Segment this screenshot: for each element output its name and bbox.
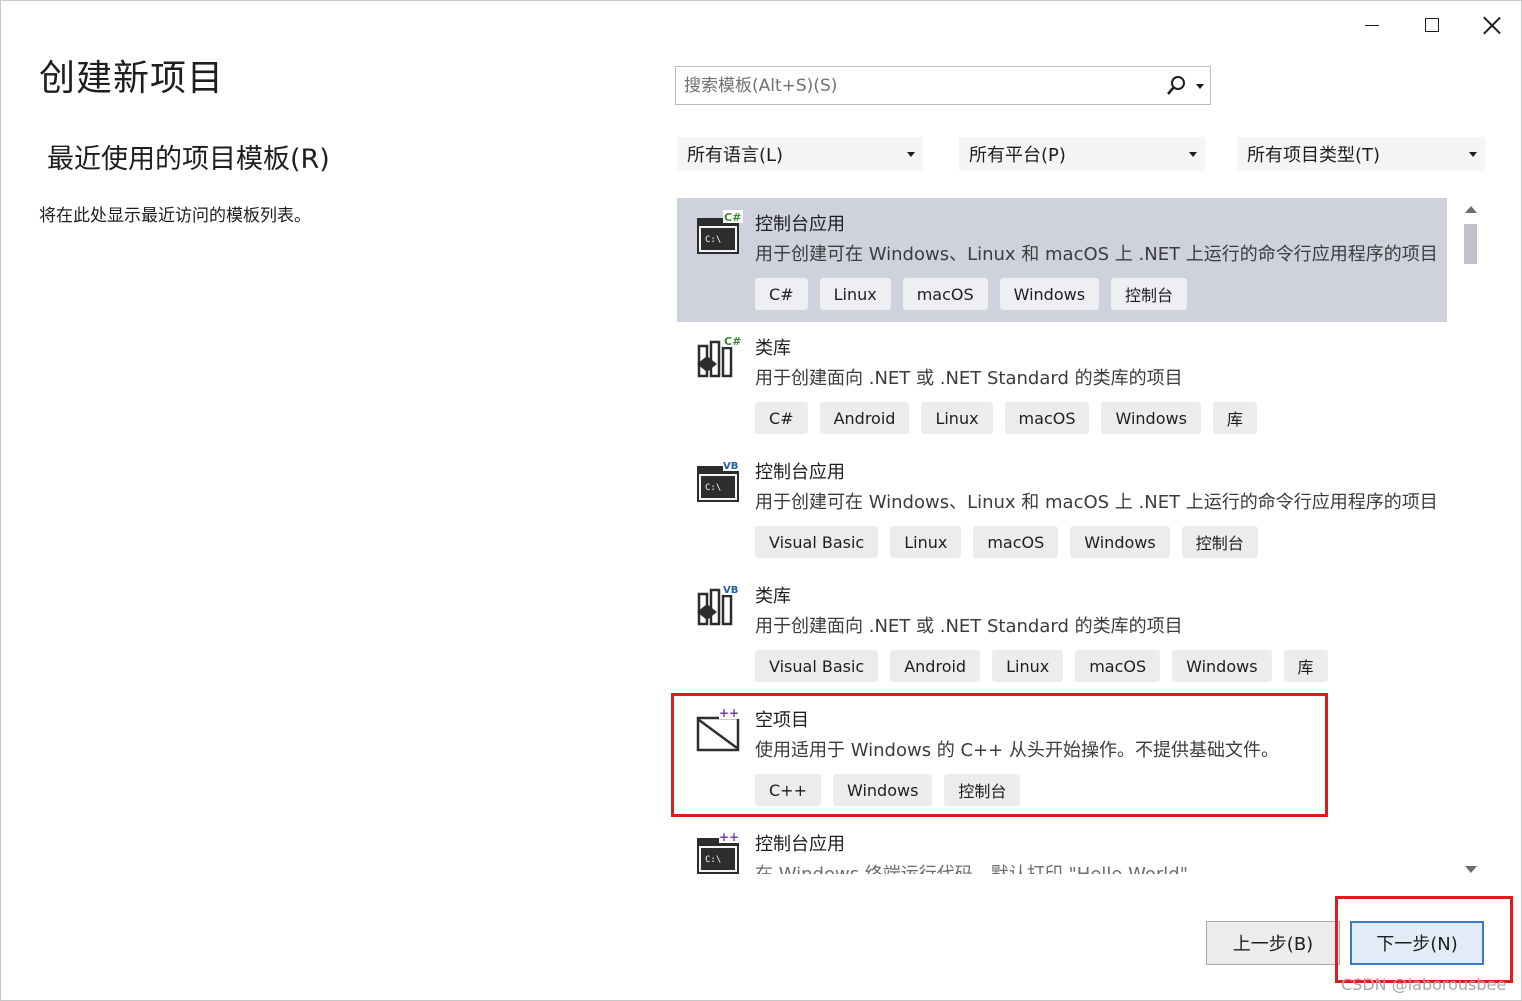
template-name: 类库 bbox=[755, 586, 791, 607]
tag-badge: C# bbox=[755, 278, 808, 310]
scroll-down-arrow-icon[interactable] bbox=[1465, 866, 1477, 873]
minimize-button[interactable] bbox=[1349, 9, 1395, 41]
cpp-console-icon: C:\ ++ bbox=[697, 830, 743, 874]
language-filter-dropdown[interactable]: 所有语言(L) bbox=[677, 137, 923, 171]
recent-templates-empty-text: 将在此处显示最近访问的模板列表。 bbox=[39, 206, 311, 226]
tag-badge: Linux bbox=[992, 650, 1064, 682]
template-item-cpp-empty-project[interactable]: ++ 空项目 使用适用于 Windows 的 C++ 从头开始操作。不提供基础文… bbox=[677, 694, 1447, 818]
tag-badge: macOS bbox=[973, 526, 1059, 558]
search-input[interactable] bbox=[676, 75, 1156, 96]
scroll-up-arrow-icon[interactable] bbox=[1465, 206, 1477, 213]
project-type-filter-dropdown[interactable]: 所有项目类型(T) bbox=[1237, 137, 1485, 171]
chevron-down-icon bbox=[907, 152, 915, 157]
vb-console-icon: C:\ VB bbox=[697, 458, 743, 502]
template-description: 用于创建面向 .NET 或 .NET Standard 的类库的项目 bbox=[755, 368, 1183, 389]
watermark: CSDN @laborousbee bbox=[1341, 975, 1507, 994]
template-description: 用于创建可在 Windows、Linux 和 macOS 上 .NET 上运行的… bbox=[755, 492, 1438, 513]
svg-text:++: ++ bbox=[719, 830, 739, 844]
tag-badge: 控制台 bbox=[1181, 526, 1258, 558]
tag-badge: C# bbox=[755, 402, 808, 434]
vb-library-icon: VB bbox=[697, 582, 743, 626]
svg-text:C:\: C:\ bbox=[705, 855, 721, 865]
recent-templates-heading: 最近使用的项目模板(R) bbox=[47, 144, 330, 175]
template-tags: C# Linux macOS Windows 控制台 bbox=[755, 278, 1188, 310]
tag-badge: Windows bbox=[999, 278, 1100, 310]
tag-badge: macOS bbox=[902, 278, 988, 310]
tag-badge: 库 bbox=[1212, 402, 1257, 434]
maximize-button[interactable] bbox=[1409, 9, 1455, 41]
search-options-chevron-icon[interactable] bbox=[1196, 84, 1204, 89]
template-name: 空项目 bbox=[755, 710, 809, 731]
scroll-thumb[interactable] bbox=[1464, 224, 1477, 264]
platform-filter-value: 所有平台(P) bbox=[969, 145, 1066, 166]
csharp-console-icon: C:\ C# bbox=[697, 210, 743, 254]
language-filter-value: 所有语言(L) bbox=[687, 145, 784, 166]
template-item-vb-library[interactable]: VB 类库 用于创建面向 .NET 或 .NET Standard 的类库的项目… bbox=[677, 570, 1447, 694]
tag-badge: Visual Basic bbox=[755, 526, 879, 558]
tag-badge: Linux bbox=[819, 278, 891, 310]
chevron-down-icon bbox=[1469, 152, 1477, 157]
csharp-library-icon: C# bbox=[697, 334, 743, 378]
template-name: 控制台应用 bbox=[755, 214, 845, 235]
svg-text:++: ++ bbox=[719, 706, 739, 720]
close-button[interactable] bbox=[1469, 9, 1515, 41]
template-name: 控制台应用 bbox=[755, 834, 845, 855]
template-list-scrollbar[interactable] bbox=[1461, 198, 1481, 878]
cpp-empty-project-icon: ++ bbox=[696, 706, 743, 752]
close-icon bbox=[1483, 16, 1501, 34]
tag-badge: 控制台 bbox=[944, 774, 1021, 806]
template-description: 用于创建可在 Windows、Linux 和 macOS 上 .NET 上运行的… bbox=[755, 244, 1438, 265]
project-type-filter-value: 所有项目类型(T) bbox=[1247, 145, 1381, 166]
tag-badge: Linux bbox=[921, 402, 993, 434]
back-button[interactable]: 上一步(B) bbox=[1206, 921, 1340, 965]
template-item-vb-console[interactable]: C:\ VB 控制台应用 用于创建可在 Windows、Linux 和 macO… bbox=[677, 446, 1447, 570]
search-box[interactable] bbox=[675, 66, 1211, 105]
template-description: 在 Windows 终端运行代码，默认打印 "Hello World" bbox=[755, 860, 1188, 874]
page-title: 创建新项目 bbox=[39, 58, 225, 99]
svg-text:C#: C# bbox=[724, 211, 741, 224]
template-tags: C++ Windows 控制台 bbox=[755, 774, 1021, 806]
template-tags: Visual Basic Linux macOS Windows 控制台 bbox=[755, 526, 1258, 558]
svg-text:VB: VB bbox=[723, 585, 738, 596]
tag-badge: Windows bbox=[1070, 526, 1170, 558]
template-item-cpp-console[interactable]: C:\ ++ 控制台应用 在 Windows 终端运行代码，默认打印 "Hell… bbox=[677, 818, 1447, 874]
template-list: C:\ C# 控制台应用 用于创建可在 Windows、Linux 和 macO… bbox=[677, 198, 1447, 874]
template-description: 用于创建面向 .NET 或 .NET Standard 的类库的项目 bbox=[755, 616, 1183, 637]
tag-badge: macOS bbox=[1004, 402, 1090, 434]
tag-badge: 控制台 bbox=[1111, 278, 1188, 310]
template-item-csharp-console[interactable]: C:\ C# 控制台应用 用于创建可在 Windows、Linux 和 macO… bbox=[677, 198, 1447, 322]
svg-text:C#: C# bbox=[724, 335, 741, 348]
next-button[interactable]: 下一步(N) bbox=[1350, 921, 1484, 965]
tag-badge: Windows bbox=[1101, 402, 1201, 434]
svg-text:VB: VB bbox=[723, 461, 738, 472]
tag-badge: 库 bbox=[1283, 650, 1328, 682]
svg-text:C:\: C:\ bbox=[705, 235, 721, 245]
tag-badge: Windows bbox=[1172, 650, 1272, 682]
template-name: 类库 bbox=[755, 338, 791, 359]
search-icon[interactable] bbox=[1166, 75, 1186, 97]
template-tags: C# Android Linux macOS Windows 库 bbox=[755, 402, 1257, 434]
platform-filter-dropdown[interactable]: 所有平台(P) bbox=[959, 137, 1205, 171]
template-item-csharp-library[interactable]: C# 类库 用于创建面向 .NET 或 .NET Standard 的类库的项目… bbox=[677, 322, 1447, 446]
tag-badge: Android bbox=[819, 402, 910, 434]
tag-badge: macOS bbox=[1075, 650, 1161, 682]
tag-badge: Windows bbox=[832, 774, 933, 806]
tag-badge: C++ bbox=[755, 774, 821, 806]
template-tags: Visual Basic Android Linux macOS Windows… bbox=[755, 650, 1328, 682]
tag-badge: Android bbox=[890, 650, 981, 682]
chevron-down-icon bbox=[1189, 152, 1197, 157]
tag-badge: Visual Basic bbox=[755, 650, 879, 682]
minimize-icon bbox=[1365, 24, 1379, 26]
create-project-dialog: 创建新项目 最近使用的项目模板(R) 将在此处显示最近访问的模板列表。 所有语言… bbox=[0, 0, 1522, 1001]
tag-badge: Linux bbox=[890, 526, 962, 558]
template-description: 使用适用于 Windows 的 C++ 从头开始操作。不提供基础文件。 bbox=[755, 740, 1279, 761]
template-name: 控制台应用 bbox=[755, 462, 845, 483]
svg-text:C:\: C:\ bbox=[705, 483, 721, 493]
maximize-icon bbox=[1425, 18, 1439, 32]
